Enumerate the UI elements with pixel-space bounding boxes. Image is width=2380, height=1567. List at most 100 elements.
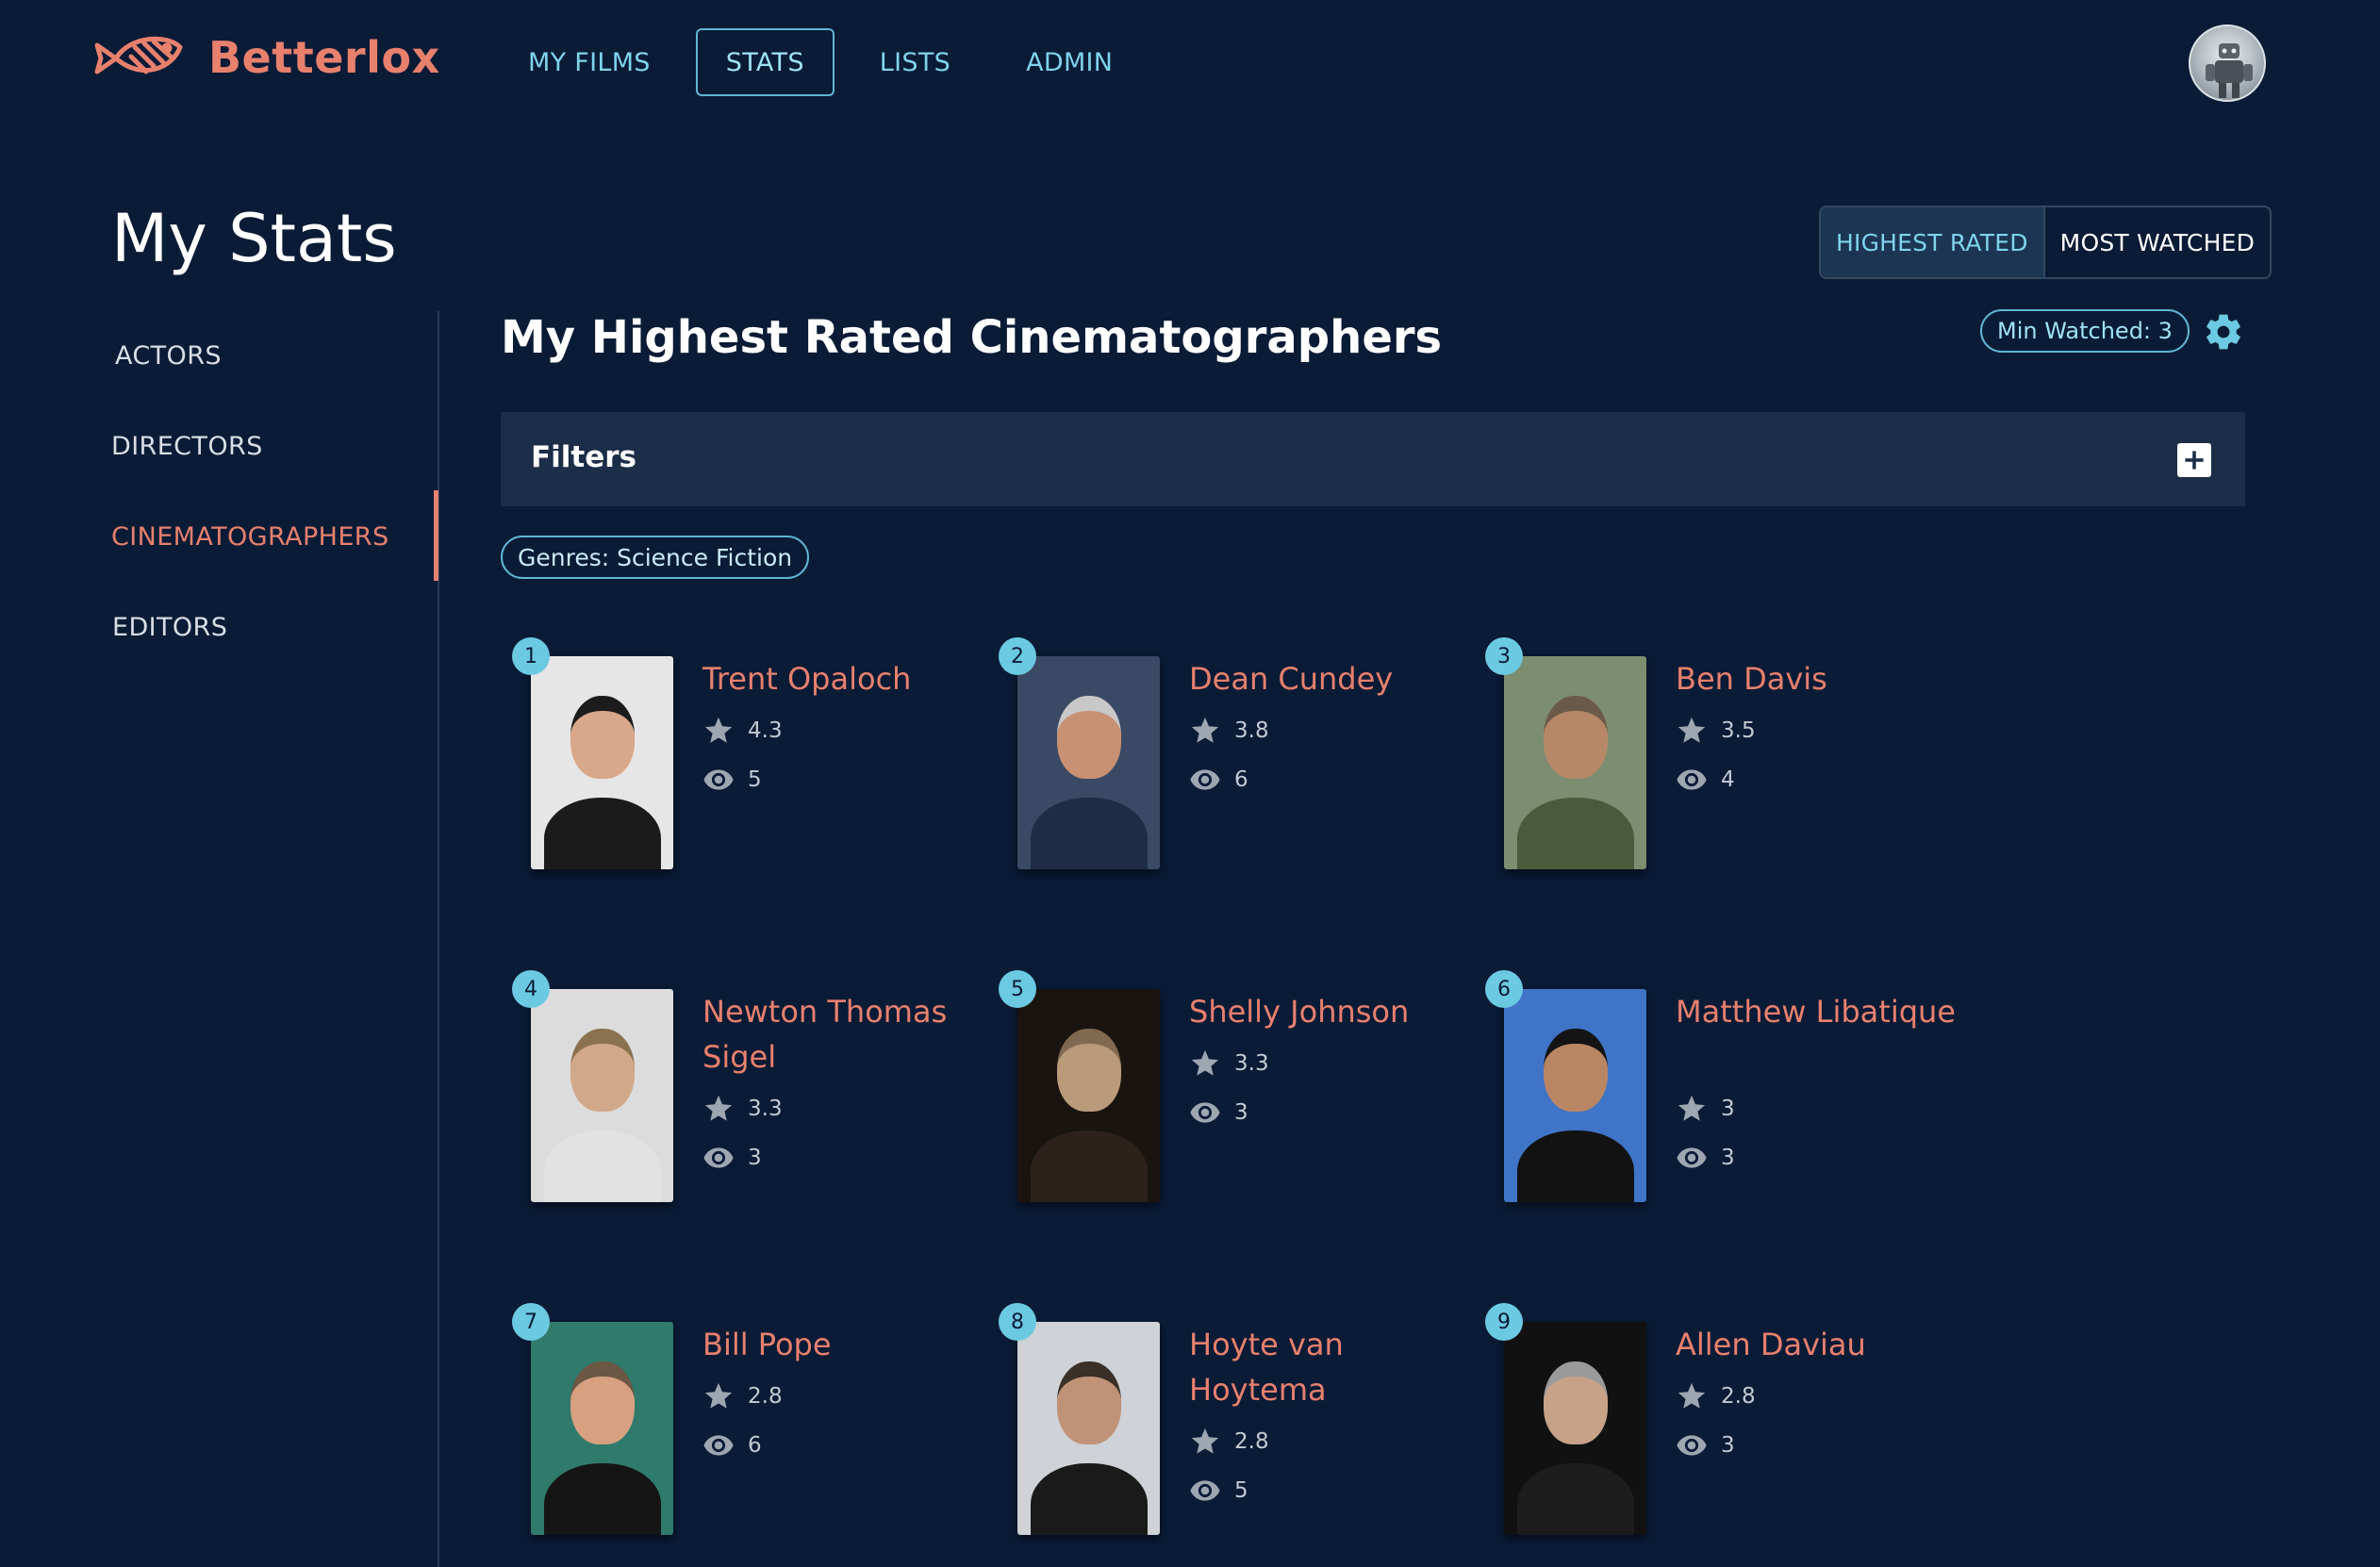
main-nav: MY FILMS STATS LISTS ADMIN (498, 28, 1158, 96)
person-name[interactable]: Ben Davis (1676, 656, 1959, 701)
watched-count: 3 (1721, 1146, 1735, 1170)
watched-count: 3 (1721, 1433, 1735, 1458)
stats-sidebar: ACTORS DIRECTORS CINEMATOGRAPHERS EDITOR… (0, 311, 439, 1567)
person-card[interactable]: 9 Allen Daviau 2.8 3 (1485, 1303, 1975, 1567)
rank-badge: 1 (512, 637, 550, 675)
eye-icon (1190, 769, 1220, 790)
rank-badge: 5 (999, 970, 1036, 1008)
app-name: Betterlox (208, 32, 440, 83)
nav-admin[interactable]: ADMIN (996, 28, 1143, 96)
eye-icon (1677, 1435, 1707, 1456)
watched-count: 4 (1721, 767, 1735, 792)
sidebar-item-actors[interactable]: ACTORS (115, 341, 222, 371)
star-icon (1191, 1427, 1219, 1454)
most-watched-toggle[interactable]: MOST WATCHED (2045, 207, 2270, 277)
person-card[interactable]: 5 Shelly Johnson 3.3 3 (999, 970, 1489, 1234)
rank-badge: 9 (1485, 1303, 1523, 1341)
nav-my-films[interactable]: MY FILMS (498, 28, 681, 96)
watched-stat: 5 (1189, 1475, 1248, 1507)
person-card[interactable]: 6 Matthew Libatique 3 3 (1485, 970, 1975, 1234)
rating-value: 3.3 (1234, 1051, 1269, 1076)
page-title: My Stats (111, 200, 397, 277)
watched-count: 6 (1234, 767, 1248, 792)
sidebar-item-directors[interactable]: DIRECTORS (111, 432, 263, 461)
rating-stat: 3.5 (1676, 715, 1756, 747)
person-name[interactable]: Dean Cundey (1189, 656, 1472, 701)
person-photo (1017, 989, 1160, 1202)
min-watched-badge[interactable]: Min Watched: 3 (1980, 309, 2190, 353)
eye-icon (1190, 1480, 1220, 1501)
rating-stat: 3.3 (702, 1093, 783, 1125)
watched-stat: 3 (1676, 1142, 1735, 1174)
watched-stat: 3 (1189, 1097, 1248, 1129)
top-navigation: Betterlox MY FILMS STATS LISTS ADMIN (0, 0, 2380, 123)
watched-stat: 3 (1676, 1429, 1735, 1461)
person-card[interactable]: 7 Bill Pope 2.8 6 (512, 1303, 1002, 1567)
app-logo[interactable]: Betterlox (91, 25, 439, 91)
rating-value: 3.3 (748, 1097, 783, 1121)
rank-badge: 3 (1485, 637, 1523, 675)
robot-figure-icon (2206, 43, 2253, 98)
watched-stat: 6 (702, 1429, 762, 1461)
rating-value: 3.5 (1721, 718, 1756, 743)
watched-stat: 5 (702, 764, 762, 796)
sidebar-item-editors[interactable]: EDITORS (112, 613, 227, 642)
rating-stat: 3.8 (1189, 715, 1269, 747)
gear-icon[interactable] (2203, 311, 2244, 353)
person-photo (1504, 1322, 1646, 1535)
person-photo (1504, 656, 1646, 869)
person-photo (1504, 989, 1646, 1202)
highest-rated-toggle[interactable]: HIGHEST RATED (1821, 207, 2045, 277)
eye-icon (1677, 1147, 1707, 1168)
person-card[interactable]: 1 Trent Opaloch 4.3 5 (512, 637, 1002, 901)
watched-count: 6 (748, 1433, 762, 1458)
nav-lists[interactable]: LISTS (850, 28, 981, 96)
filters-panel[interactable]: Filters (501, 412, 2245, 506)
watched-count: 3 (1234, 1100, 1248, 1125)
star-icon (704, 717, 733, 743)
eye-icon (1677, 769, 1707, 790)
person-name[interactable]: Trent Opaloch (702, 656, 985, 701)
person-name[interactable]: Newton Thomas Sigel (702, 989, 985, 1080)
person-card[interactable]: 4 Newton Thomas Sigel 3.3 3 (512, 970, 1002, 1234)
person-card[interactable]: 3 Ben Davis 3.5 4 (1485, 637, 1975, 901)
person-name[interactable]: Allen Daviau (1676, 1322, 1959, 1367)
person-card[interactable]: 2 Dean Cundey 3.8 6 (999, 637, 1489, 901)
rank-badge: 8 (999, 1303, 1036, 1341)
star-icon (1678, 1095, 1706, 1121)
rank-badge: 7 (512, 1303, 550, 1341)
person-name[interactable]: Matthew Libatique (1676, 989, 1959, 1034)
person-name[interactable]: Bill Pope (702, 1322, 985, 1367)
filters-label: Filters (531, 440, 637, 474)
watched-stat: 3 (702, 1142, 762, 1174)
plus-icon[interactable] (2177, 443, 2211, 477)
rating-value: 2.8 (1234, 1429, 1269, 1454)
rating-stat: 2.8 (1189, 1426, 1269, 1458)
person-name[interactable]: Shelly Johnson (1189, 989, 1472, 1034)
rating-value: 4.3 (748, 718, 783, 743)
sidebar-item-cinematographers[interactable]: CINEMATOGRAPHERS (111, 522, 389, 552)
eye-icon (1190, 1102, 1220, 1123)
person-photo (1017, 656, 1160, 869)
watched-count: 5 (748, 767, 762, 792)
star-icon (1191, 717, 1219, 743)
user-avatar-icon[interactable] (2189, 25, 2266, 102)
rating-value: 3 (1721, 1097, 1735, 1121)
star-icon (704, 1095, 733, 1121)
add-filter-glyph (2185, 451, 2204, 470)
eye-icon (703, 769, 734, 790)
watched-count: 5 (1234, 1478, 1248, 1503)
rating-stat: 3.3 (1189, 1047, 1269, 1080)
rating-value: 3.8 (1234, 718, 1269, 743)
person-photo (531, 989, 673, 1202)
watched-count: 3 (748, 1146, 762, 1170)
person-card[interactable]: 8 Hoyte van Hoytema 2.8 5 (999, 1303, 1489, 1567)
rank-badge: 4 (512, 970, 550, 1008)
rank-badge: 6 (1485, 970, 1523, 1008)
star-icon (704, 1382, 733, 1409)
section-title: My Highest Rated Cinematographers (501, 311, 1443, 364)
nav-stats[interactable]: STATS (695, 28, 835, 96)
person-name[interactable]: Hoyte van Hoytema (1189, 1322, 1472, 1412)
genre-filter-chip[interactable]: Genres: Science Fiction (501, 536, 810, 579)
rating-stat: 4.3 (702, 715, 783, 747)
